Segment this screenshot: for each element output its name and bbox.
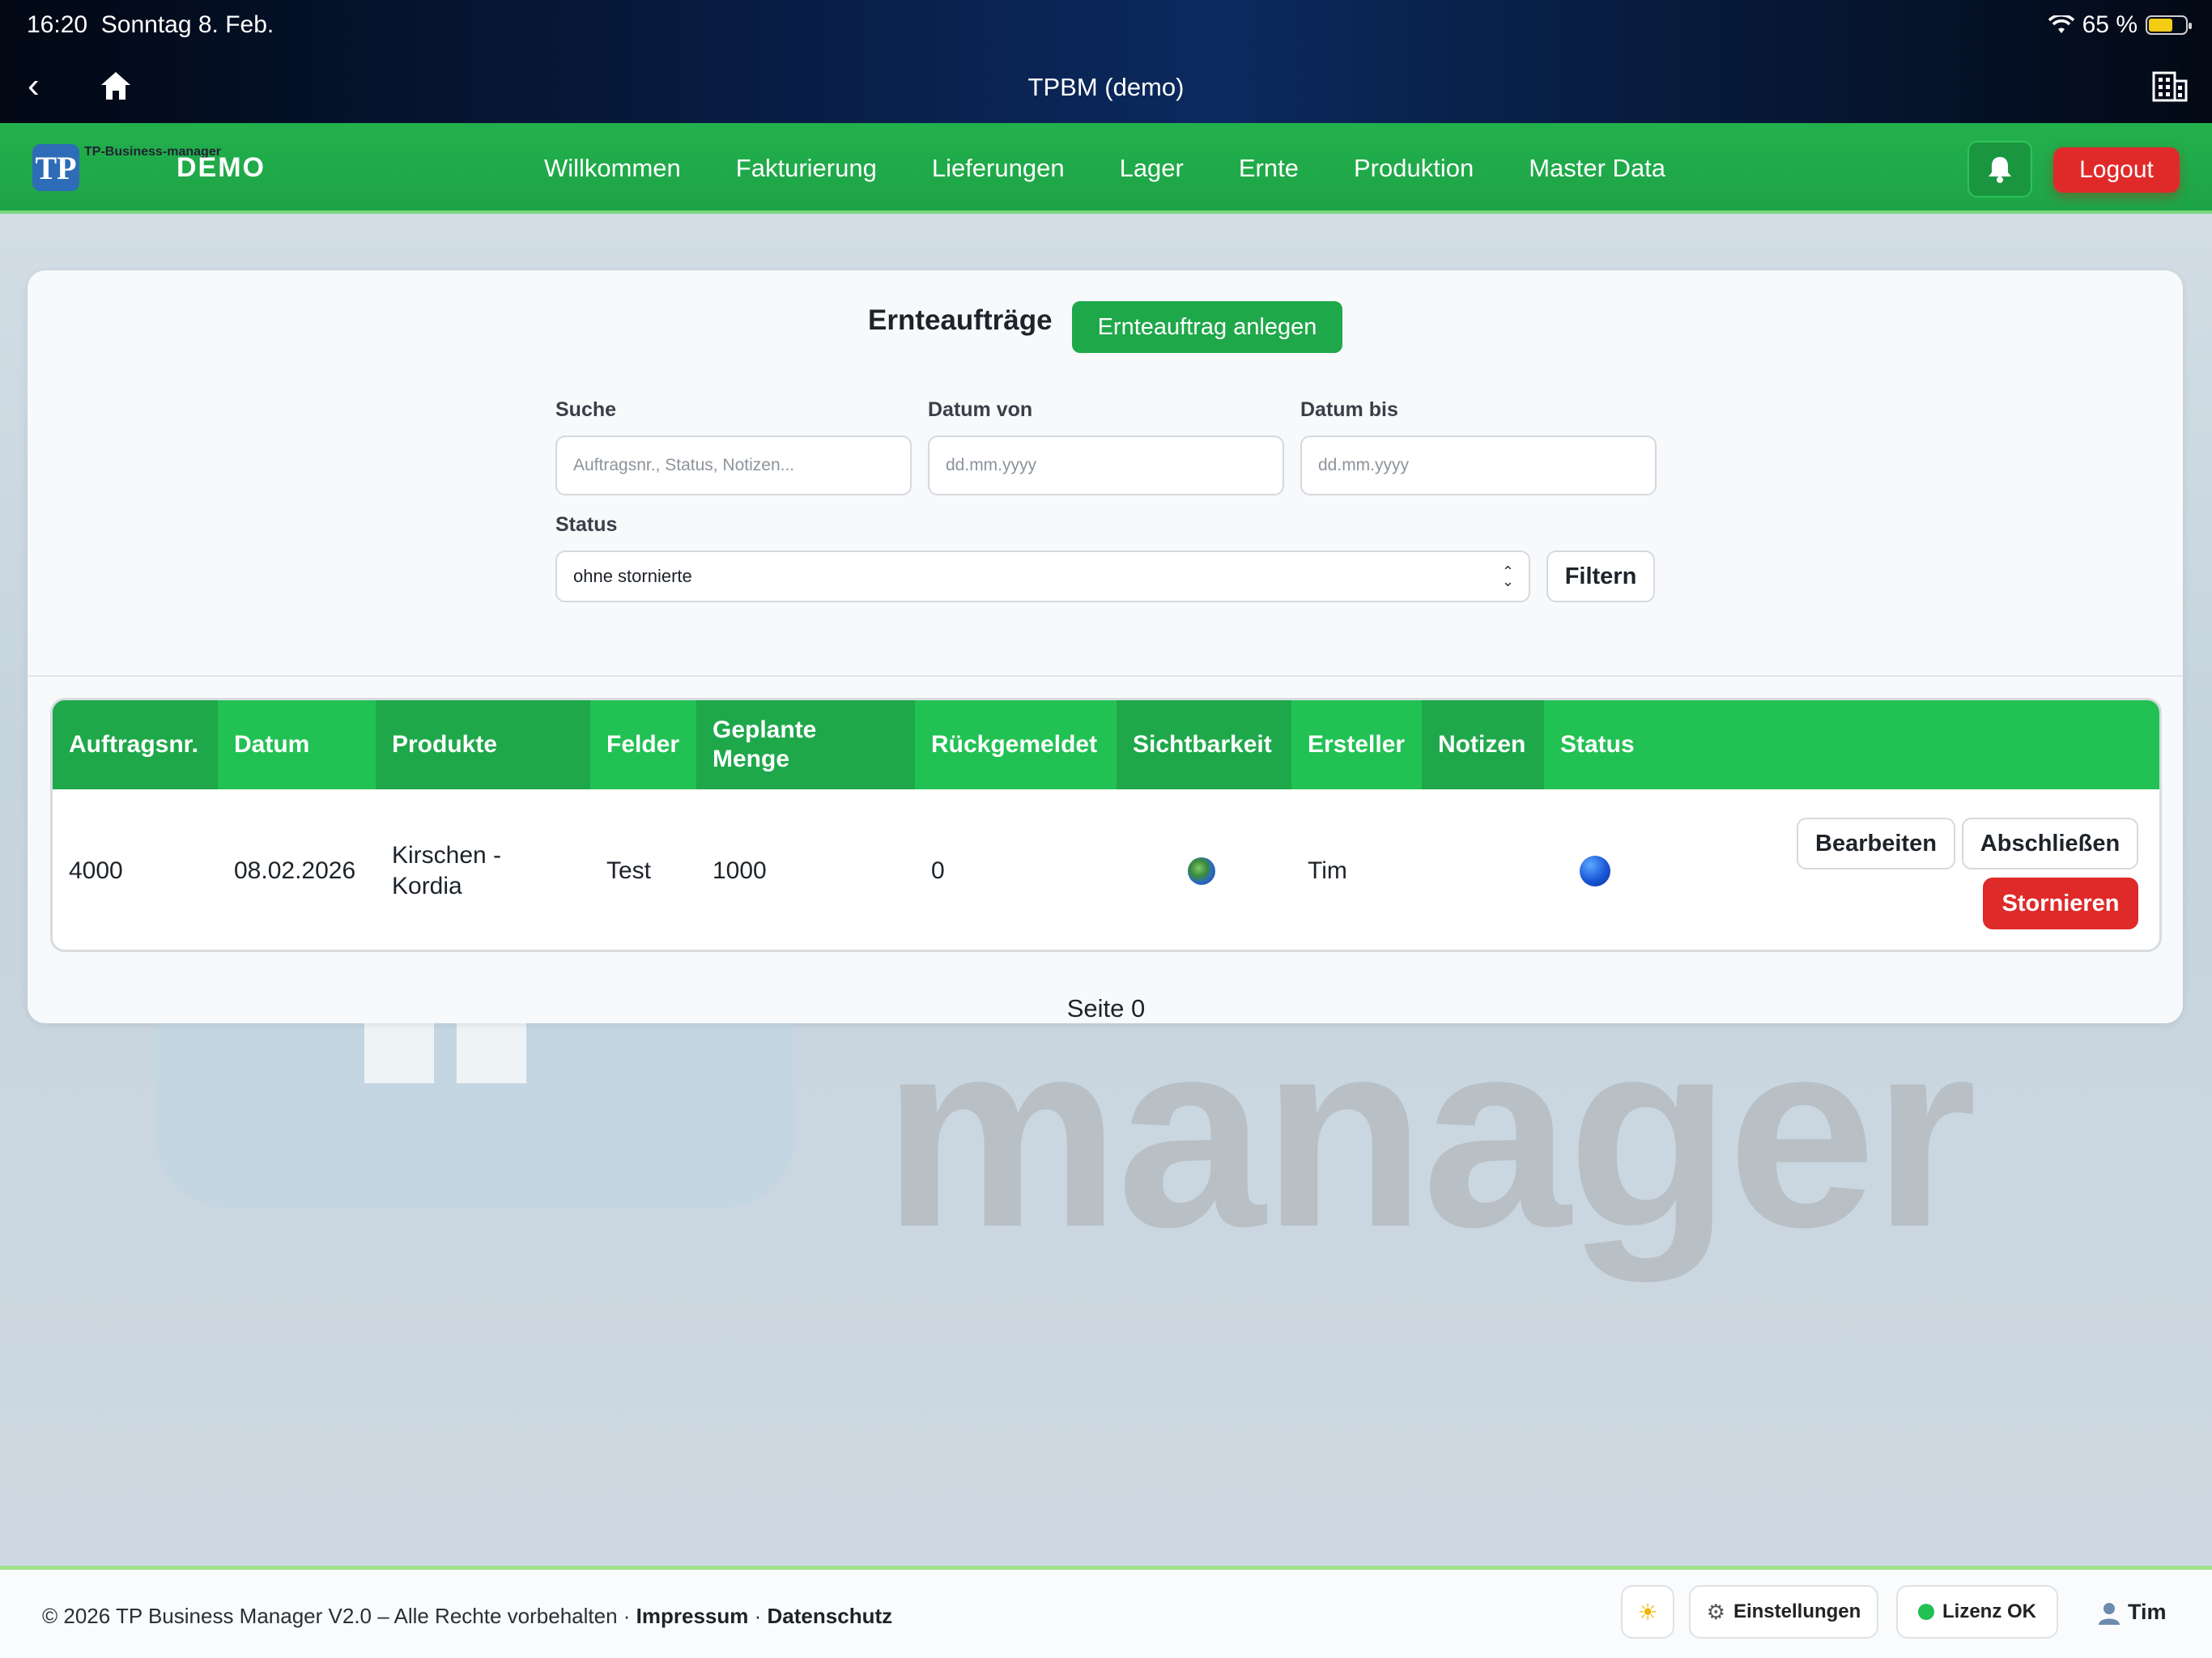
pagination-label: Seite 0 bbox=[1066, 994, 1146, 1022]
watermark-square bbox=[457, 1022, 526, 1083]
footer-text: © 2026 TP Business Manager V2.0 – Alle R… bbox=[42, 1604, 893, 1628]
nav-item-master-data[interactable]: Master Data bbox=[1529, 154, 1665, 183]
date-from-label: Datum von bbox=[928, 398, 1033, 421]
column-header-produkte[interactable]: Produkte bbox=[376, 700, 590, 789]
footer: © 2026 TP Business Manager V2.0 – Alle R… bbox=[0, 1566, 2212, 1658]
datenschutz-link[interactable]: Datenschutz bbox=[768, 1604, 893, 1628]
main-nav: Willkommen Fakturierung Lieferungen Lage… bbox=[544, 154, 1721, 183]
status-indicators: 65 % bbox=[2048, 11, 2192, 39]
settings-button[interactable]: ⚙ Einstellungen bbox=[1689, 1585, 1878, 1639]
wifi-icon bbox=[2048, 15, 2074, 33]
license-ok-dot-icon bbox=[1917, 1604, 1934, 1620]
sun-icon: ☀ bbox=[1637, 1599, 1658, 1625]
cell-fields: Test bbox=[606, 857, 652, 884]
close-order-button[interactable]: Abschließen bbox=[1962, 818, 2138, 869]
column-header-auftragsnr[interactable]: Auftragsnr. bbox=[53, 700, 218, 789]
column-header-datum[interactable]: Datum bbox=[218, 700, 376, 789]
nav-item-lieferungen[interactable]: Lieferungen bbox=[932, 154, 1065, 183]
cancel-order-button[interactable]: Stornieren bbox=[1983, 878, 2138, 929]
cell-planned-qty: 1000 bbox=[713, 857, 767, 884]
filter-button[interactable]: Filtern bbox=[1546, 551, 1655, 602]
search-input[interactable]: Auftragsnr., Status, Notizen... bbox=[555, 436, 912, 495]
battery-icon bbox=[2146, 15, 2192, 35]
watermark-text: manager bbox=[883, 984, 1977, 1282]
nav-item-ernte[interactable]: Ernte bbox=[1239, 154, 1299, 183]
nav-item-produktion[interactable]: Produktion bbox=[1354, 154, 1474, 183]
impressum-link[interactable]: Impressum bbox=[636, 1604, 749, 1628]
gear-icon: ⚙ bbox=[1706, 1599, 1725, 1624]
nav-item-fakturierung[interactable]: Fakturierung bbox=[736, 154, 877, 183]
logout-button[interactable]: Logout bbox=[2053, 147, 2180, 193]
search-label: Suche bbox=[555, 398, 617, 421]
date-from-input[interactable]: dd.mm.yyyy bbox=[928, 436, 1284, 495]
cell-products: Kirschen - Kordia bbox=[392, 842, 502, 899]
watermark-square bbox=[364, 1022, 434, 1083]
create-harvest-order-button[interactable]: Ernteauftrag anlegen bbox=[1072, 301, 1342, 353]
date-to-label: Datum bis bbox=[1300, 398, 1398, 421]
cell-date: 08.02.2026 bbox=[234, 857, 356, 884]
status-time: 16:20 Sonntag 8. Feb. bbox=[27, 11, 274, 38]
section-divider bbox=[28, 675, 2183, 677]
select-chevron-icon: ⌃ ⌄ bbox=[1501, 563, 1514, 589]
edit-button[interactable]: Bearbeiten bbox=[1797, 818, 1955, 869]
theme-toggle-button[interactable]: ☀ bbox=[1621, 1585, 1674, 1639]
column-header-notizen[interactable]: Notizen bbox=[1422, 700, 1544, 789]
page-title: Ernteaufträge bbox=[868, 304, 1053, 336]
column-header-ersteller[interactable]: Ersteller bbox=[1291, 700, 1422, 789]
logo-icon[interactable]: TP bbox=[32, 144, 79, 191]
brand-label: DEMO bbox=[177, 152, 266, 183]
blue-circle-icon bbox=[1580, 856, 1610, 886]
column-header-rueckgemeldet[interactable]: Rückgemeldet bbox=[915, 700, 1117, 789]
table-header: Auftragsnr. Datum Produkte Felder Geplan… bbox=[53, 700, 2159, 789]
column-header-felder[interactable]: Felder bbox=[590, 700, 696, 789]
status-select-value: ohne stornierte bbox=[573, 566, 692, 586]
column-header-status[interactable]: Status bbox=[1544, 700, 1653, 789]
date-to-input[interactable]: dd.mm.yyyy bbox=[1300, 436, 1657, 495]
battery-percent: 65 % bbox=[2082, 11, 2138, 38]
column-header-sichtbarkeit[interactable]: Sichtbarkeit bbox=[1117, 700, 1291, 789]
globe-icon bbox=[1188, 857, 1215, 885]
cell-creator: Tim bbox=[1308, 857, 1347, 884]
ios-nav-title: TPBM (demo) bbox=[1027, 73, 1185, 101]
orders-table: Auftragsnr. Datum Produkte Felder Geplan… bbox=[50, 698, 2162, 952]
column-header-geplante-menge[interactable]: Geplante Menge bbox=[696, 700, 915, 789]
nav-item-willkommen[interactable]: Willkommen bbox=[544, 154, 681, 183]
nav-item-lager[interactable]: Lager bbox=[1120, 154, 1184, 183]
status-label: Status bbox=[555, 513, 618, 536]
user-icon bbox=[2099, 1602, 2120, 1625]
cell-reported: 0 bbox=[931, 857, 945, 884]
status-select[interactable]: ohne stornierte ⌃ ⌄ bbox=[555, 551, 1530, 602]
notifications-button[interactable] bbox=[1967, 141, 2032, 198]
license-status-badge[interactable]: Lizenz OK bbox=[1896, 1585, 2058, 1639]
user-menu[interactable]: Tim bbox=[2097, 1600, 2167, 1625]
app-header: TP TP-Business-manager DEMO Willkommen F… bbox=[0, 123, 2212, 214]
cell-order-no: 4000 bbox=[69, 857, 123, 884]
building-icon[interactable] bbox=[2152, 70, 2188, 102]
bell-icon bbox=[1989, 157, 2011, 183]
ios-top-bar: 16:20 Sonntag 8. Feb. 65 % ‹ TPBM (demo) bbox=[0, 0, 2212, 123]
